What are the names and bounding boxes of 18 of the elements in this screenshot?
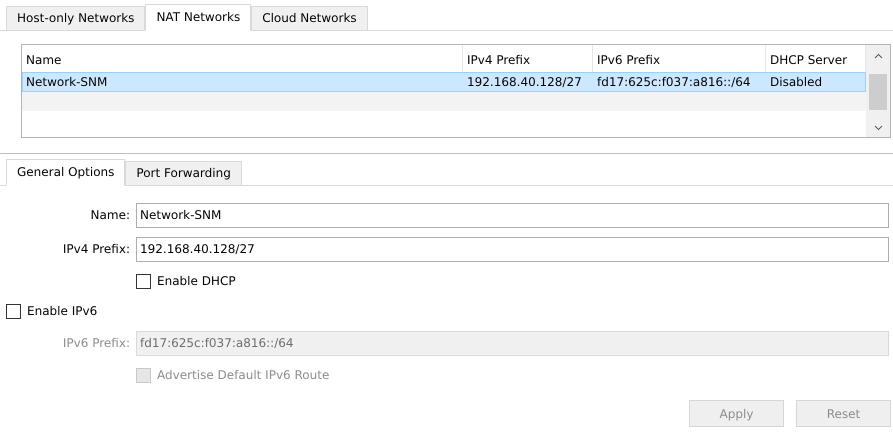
table-cell-text: fd17:625c:f037:a816::/64: [596, 74, 752, 91]
field-label: Name:: [90, 208, 131, 222]
table-cell-text: 192.168.40.128/27: [466, 74, 583, 91]
table-cell-text: Disabled: [769, 74, 824, 91]
checkbox[interactable]: Enable DHCP: [136, 266, 889, 296]
tab[interactable]: Port Forwarding: [125, 161, 242, 185]
tab[interactable]: Cloud Networks: [251, 6, 368, 30]
tab[interactable]: Host-only Networks: [6, 6, 146, 30]
scrollbar[interactable]: [866, 45, 890, 137]
tab[interactable]: NAT Networks: [145, 4, 252, 31]
checkbox[interactable]: Enable IPv6: [6, 296, 889, 326]
table-row[interactable]: Network-SNM 192.168.40.128/27 fd17:625c:f037:a816::/64 Disabled: [22, 72, 866, 92]
input-field[interactable]: 192.168.40.128/27: [136, 236, 889, 262]
table-cell-text: Network-SNM: [25, 74, 108, 91]
field-label: IPv6 Prefix:: [62, 336, 131, 350]
tab[interactable]: General Options: [6, 159, 126, 186]
field-label: IPv4 Prefix:: [62, 242, 131, 256]
input-field[interactable]: Network-SNM: [136, 202, 889, 228]
